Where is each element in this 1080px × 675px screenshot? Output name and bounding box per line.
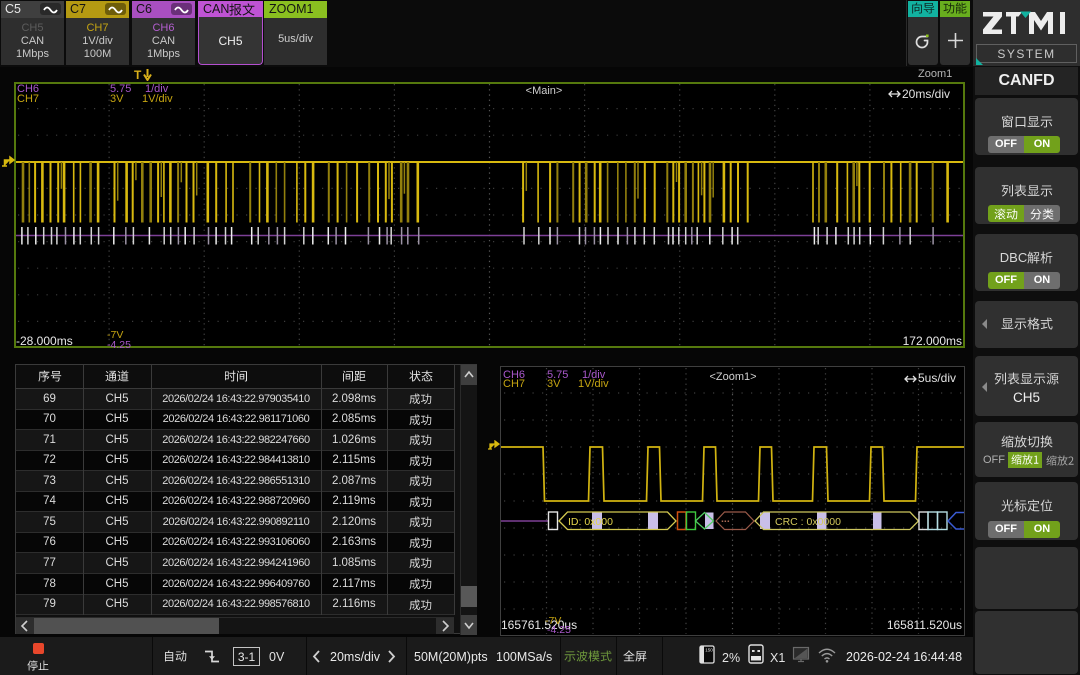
svg-text:150: 150 <box>705 648 713 653</box>
